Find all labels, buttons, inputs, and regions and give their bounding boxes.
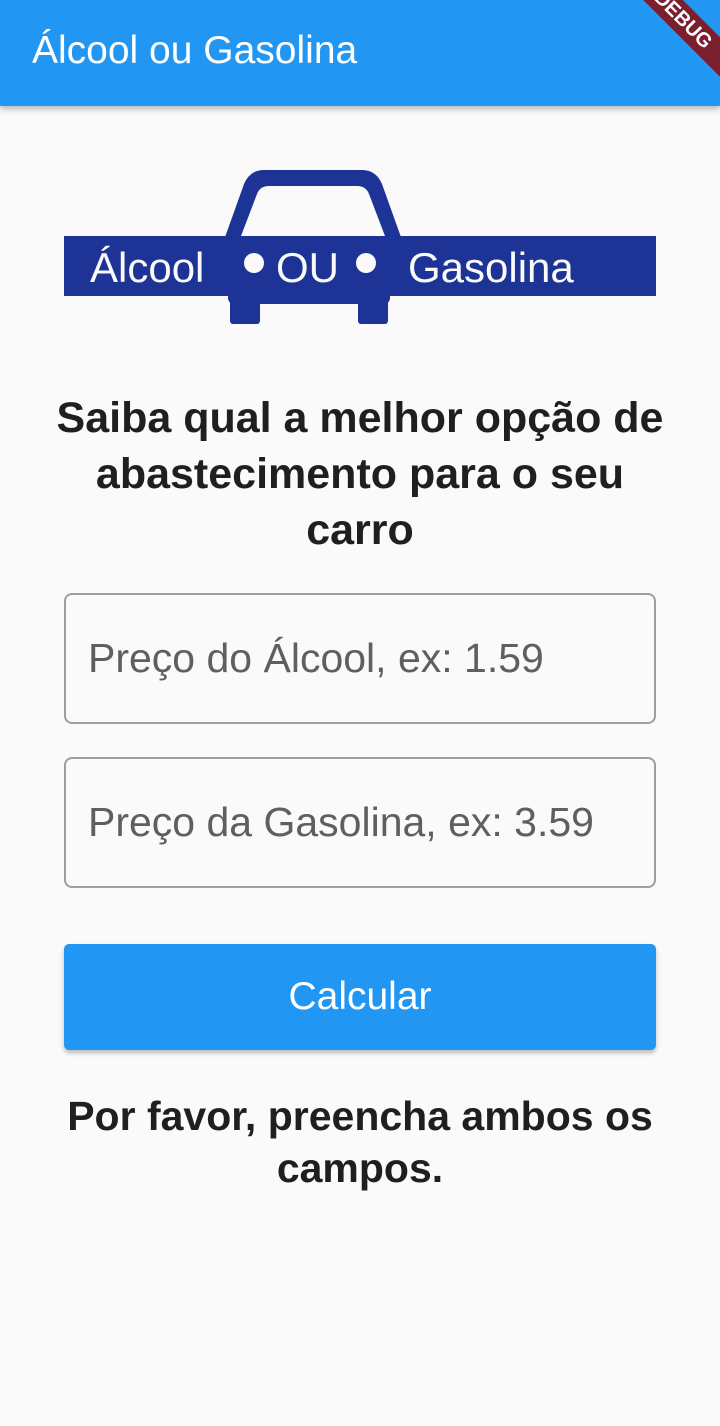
car-right-wheel <box>358 290 388 324</box>
logo-text-gasolina: Gasolina <box>408 244 574 291</box>
car-left-wheel <box>230 290 260 324</box>
gasolina-price-field[interactable] <box>64 757 656 888</box>
result-message: Por favor, preencha ambos os campos. <box>67 1093 653 1191</box>
calculate-button[interactable]: Calcular <box>64 944 656 1050</box>
car-logo: Álcool OU Gasolina <box>64 170 656 326</box>
app-title: Álcool ou Gasolina <box>32 29 358 72</box>
logo-dot-left <box>244 253 264 273</box>
car-logo-graphic: Álcool OU Gasolina <box>64 170 656 324</box>
logo-dot-right <box>356 253 376 273</box>
alcool-price-input[interactable] <box>88 595 636 722</box>
gasolina-price-input[interactable] <box>88 759 636 886</box>
logo-text-alcool: Álcool <box>90 244 204 291</box>
alcool-price-field[interactable] <box>64 593 656 724</box>
app-bar: Álcool ou Gasolina <box>0 0 720 106</box>
car-window-shape <box>241 186 385 236</box>
page-headline: Saiba qual a melhor opção de abastecimen… <box>56 394 664 554</box>
logo-text-ou: OU <box>276 244 339 291</box>
